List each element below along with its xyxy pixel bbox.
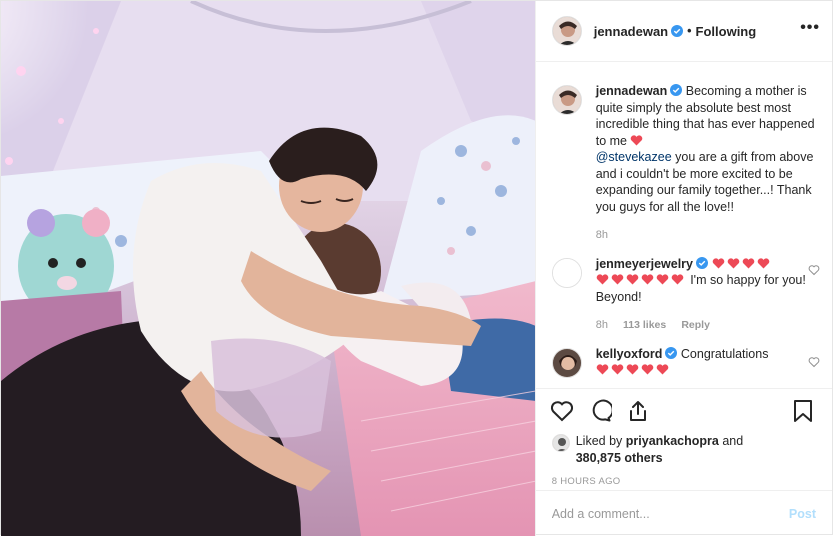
caption-body: jennadewan Becoming a mother is quite si… bbox=[596, 83, 816, 244]
post-actions: Liked by priyankachopra and 380,875 othe… bbox=[535, 388, 832, 538]
post-photo[interactable] bbox=[1, 1, 535, 536]
comment-likes-count[interactable]: 113 likes bbox=[623, 319, 666, 331]
bookmark-icon[interactable] bbox=[792, 399, 814, 423]
comment-time[interactable]: 8h bbox=[596, 319, 608, 331]
post-timestamp[interactable]: 8 HOURS AGO bbox=[536, 476, 832, 487]
commenter-username[interactable]: kellyoxford bbox=[596, 347, 663, 361]
comment-reply-button[interactable]: Reply bbox=[681, 319, 710, 331]
liked-by-summary: Liked by priyankachopra and 380,875 othe… bbox=[536, 433, 832, 466]
comment-like-heart-icon[interactable] bbox=[808, 356, 820, 368]
comment-item: jenmeyerjewelry I'm so happy for you! Be… bbox=[551, 256, 820, 334]
verified-badge-icon bbox=[671, 25, 684, 37]
heart-icon[interactable] bbox=[550, 399, 574, 423]
liker-avatar[interactable] bbox=[551, 434, 570, 452]
comment-text: Congratulations bbox=[680, 346, 769, 361]
add-comment-bar: Post bbox=[535, 490, 832, 536]
liked-by-text: Liked by priyankachopra and 380,875 othe… bbox=[576, 433, 743, 466]
commenter-avatar[interactable] bbox=[551, 347, 582, 378]
following-button[interactable]: Following bbox=[696, 24, 757, 39]
comment-meta: 8h 113 likes Reply bbox=[596, 317, 816, 334]
comment-body: kellyoxford Congratulations bbox=[596, 346, 816, 379]
commenter-username[interactable]: jenmeyerjewelry bbox=[596, 257, 693, 271]
liked-by-prefix: Liked by bbox=[575, 434, 623, 448]
post-comment-button[interactable]: Post bbox=[789, 507, 816, 521]
caption-time[interactable]: 8h bbox=[596, 229, 608, 241]
caption-meta: 8h bbox=[596, 227, 816, 244]
instagram-post: jennadewan • Following ••• jennadewan Be… bbox=[0, 0, 833, 538]
action-icons-row bbox=[536, 389, 832, 433]
liked-by-and: and bbox=[722, 434, 744, 448]
comment-like-heart-icon[interactable] bbox=[808, 264, 820, 276]
caption-username[interactable]: jennadewan bbox=[596, 84, 668, 98]
separator-dot: • bbox=[687, 24, 692, 38]
caption-author-avatar[interactable] bbox=[551, 85, 582, 115]
comment-body: jenmeyerjewelry I'm so happy for you! Be… bbox=[596, 256, 816, 334]
verified-badge-icon bbox=[696, 256, 709, 269]
post-side-panel: jennadewan • Following ••• jennadewan Be… bbox=[534, 1, 832, 538]
likes-others-count[interactable]: 380,875 others bbox=[576, 451, 663, 465]
commenter-avatar[interactable] bbox=[551, 257, 582, 288]
liker-username[interactable]: priyankachopra bbox=[626, 434, 719, 448]
comment-icon[interactable] bbox=[588, 399, 612, 423]
post-header: jennadewan • Following ••• bbox=[535, 1, 832, 62]
sleeping-mother-and-child-photo bbox=[1, 1, 535, 536]
hearts-emoji-row bbox=[596, 363, 671, 377]
more-options-icon[interactable]: ••• bbox=[800, 20, 820, 36]
comment-item: kellyoxford Congratulations bbox=[551, 346, 820, 379]
verified-badge-icon bbox=[670, 84, 683, 96]
share-icon[interactable] bbox=[626, 399, 650, 423]
caption: jennadewan Becoming a mother is quite si… bbox=[551, 83, 816, 244]
add-comment-input[interactable] bbox=[551, 506, 789, 521]
caption-mention-link[interactable]: @stevekazee bbox=[596, 150, 672, 164]
red-heart-emoji-icon bbox=[631, 134, 643, 146]
comments-list[interactable]: jennadewan Becoming a mother is quite si… bbox=[536, 62, 832, 388]
author-username[interactable]: jennadewan bbox=[594, 24, 668, 39]
verified-badge-icon bbox=[665, 346, 678, 359]
author-avatar[interactable] bbox=[551, 16, 582, 46]
